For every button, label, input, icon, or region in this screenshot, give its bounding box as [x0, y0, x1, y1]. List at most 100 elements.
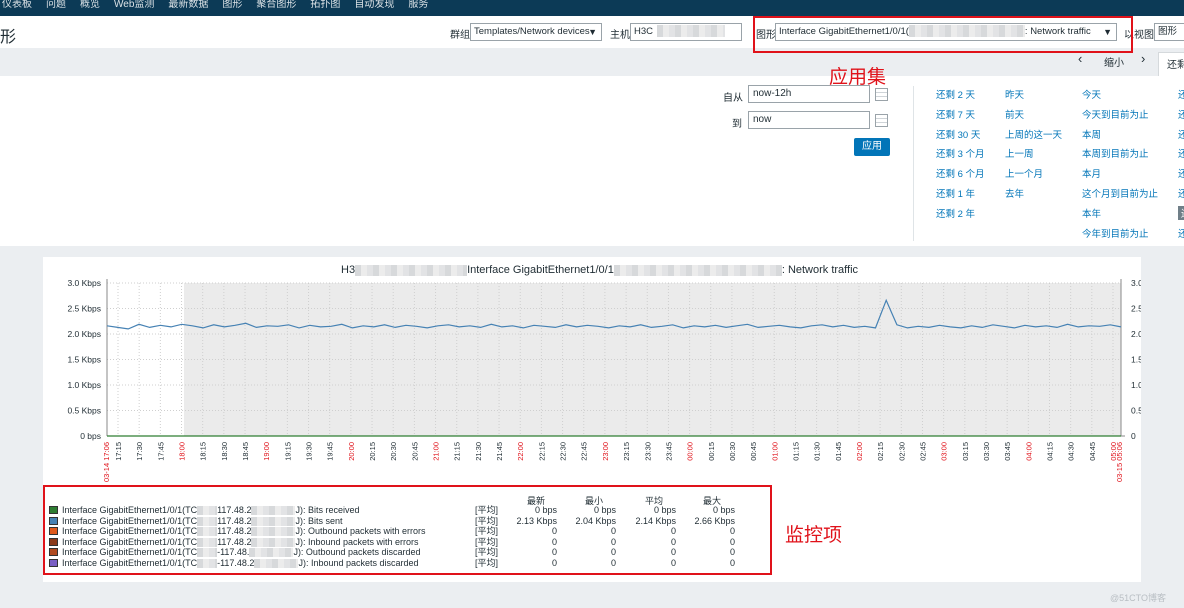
nav-item[interactable]: Web监测: [114, 0, 154, 9]
x-tick-label: 04:30: [1067, 442, 1076, 461]
x-tick-label: 04:00: [1024, 442, 1033, 461]
zoom-out-button[interactable]: 缩小: [1104, 54, 1124, 69]
nav-item[interactable]: 聚合图形: [256, 0, 296, 9]
time-filter-panel: 自从 now-12h 到 now 应用 还剩 2 天还剩 7 天还剩 30 天还…: [0, 76, 1184, 246]
x-tick-label: 18:30: [220, 442, 229, 461]
annotation-box-legend: [43, 485, 772, 575]
quick-range-link[interactable]: 今天: [1082, 87, 1101, 101]
quick-range-link[interactable]: 还: [1178, 186, 1184, 200]
x-tick-label: 00:45: [749, 442, 758, 461]
host-field[interactable]: H3C: [630, 23, 742, 41]
to-label: 到: [732, 119, 742, 130]
calendar-icon[interactable]: [875, 88, 888, 101]
chevron-left-icon[interactable]: ‹: [1078, 51, 1082, 66]
y-tick-label-left: 0.5 Kbps: [67, 406, 101, 416]
group-label: 群组: [450, 30, 470, 41]
nav-item[interactable]: 图形: [222, 0, 242, 9]
quick-range-link[interactable]: 上周的这一天: [1005, 127, 1062, 141]
divider: [913, 86, 914, 241]
nav-item[interactable]: 最新数据: [168, 0, 208, 9]
x-tick-label: 20:00: [347, 442, 356, 461]
quick-range-link[interactable]: 还剩 1 年: [936, 186, 975, 200]
x-tick-label: 19:30: [305, 442, 314, 461]
quick-range-link[interactable]: 还: [1178, 226, 1184, 240]
y-tick-label-right: 0: [1131, 431, 1136, 441]
quick-range-link[interactable]: 昨天: [1005, 87, 1024, 101]
quick-range-link[interactable]: 还剩 7 天: [936, 107, 975, 121]
x-tick-label: 20:30: [389, 442, 398, 461]
quick-range-link[interactable]: 还剩 3 个月: [936, 146, 985, 160]
nav-item[interactable]: 仪表板: [2, 0, 32, 9]
x-tick-label: 04:45: [1088, 442, 1097, 461]
quick-range-link[interactable]: 前天: [1005, 107, 1024, 121]
x-tick-label: 18:15: [199, 442, 208, 461]
x-tick-label: 21:30: [474, 442, 483, 461]
to-input[interactable]: now: [748, 111, 870, 129]
x-tick-label: 01:45: [834, 442, 843, 461]
x-tick-label: 19:00: [262, 442, 271, 461]
y-tick-label-left: 2.5 Kbps: [67, 304, 101, 314]
quick-range-link[interactable]: 本年: [1082, 206, 1101, 220]
x-start-label: 03-14 17:06: [102, 442, 111, 482]
quick-range-link[interactable]: 上一个月: [1005, 166, 1043, 180]
quick-range-link[interactable]: 还剩 6 个月: [936, 166, 985, 180]
x-tick-label: 22:00: [516, 442, 525, 461]
x-tick-label: 03:30: [982, 442, 991, 461]
quick-range-link[interactable]: 本周到目前为止: [1082, 146, 1149, 160]
quick-range-link[interactable]: 还: [1178, 127, 1184, 141]
x-tick-label: 02:15: [876, 442, 885, 461]
chevron-right-icon[interactable]: ›: [1141, 51, 1145, 66]
x-end-label: 03-15 05:06: [1115, 442, 1124, 482]
x-tick-label: 21:15: [453, 442, 462, 461]
traffic-chart: 3.0 Kbps 3.06 2.5 Kbps 2.55 2.0 Kbps 2.04 1.5 …: [67, 278, 1141, 482]
annotation-monitor-items: 监控项: [785, 525, 843, 546]
nav-item[interactable]: 概览: [80, 0, 100, 9]
tab-time-filter[interactable]: 还剩: [1158, 52, 1184, 76]
quick-range-link[interactable]: 还剩 30 天: [936, 127, 980, 141]
x-tick-label: 01:15: [791, 442, 800, 461]
quick-range-link[interactable]: 这个月到目前为止: [1082, 186, 1158, 200]
quick-range-link[interactable]: 还: [1178, 107, 1184, 121]
quick-range-link[interactable]: 还剩 2 年: [936, 206, 975, 220]
y-tick-label-left: 1.0 Kbps: [67, 380, 101, 390]
quick-range-link[interactable]: 还: [1178, 146, 1184, 160]
quick-range-link[interactable]: 上一周: [1005, 146, 1034, 160]
x-tick-label: 00:30: [728, 442, 737, 461]
quick-range-link[interactable]: 还: [1178, 166, 1184, 180]
quick-range-link[interactable]: 本月: [1082, 166, 1101, 180]
y-tick-label-left: 0 bps: [80, 431, 101, 441]
host-label: 主机: [610, 30, 630, 41]
quick-range-link[interactable]: 还: [1178, 87, 1184, 101]
quick-range-link[interactable]: 今天到目前为止: [1082, 107, 1149, 121]
x-tick-label: 22:15: [537, 442, 546, 461]
y-tick-label-right: 1.02: [1131, 380, 1141, 390]
x-tick-label: 02:45: [918, 442, 927, 461]
x-tick-label: 02:30: [897, 442, 906, 461]
x-tick-label: 21:00: [432, 442, 441, 461]
quick-range-link[interactable]: 还剩 2 天: [936, 87, 975, 101]
apply-button[interactable]: 应用: [854, 138, 890, 156]
nav-item[interactable]: 自动发现: [354, 0, 394, 9]
top-nav: 仪表板 问题 概览 Web监测 最新数据 图形 聚合图形 拓扑图 自动发现 服务: [0, 0, 1184, 16]
x-tick-label: 19:15: [283, 442, 292, 461]
page-title: 形: [0, 29, 17, 46]
y-tick-label-right: 2.04: [1131, 329, 1141, 339]
nav-item[interactable]: 拓扑图: [310, 0, 340, 9]
y-tick-label-left: 2.0 Kbps: [67, 329, 101, 339]
x-tick-label: 22:45: [580, 442, 589, 461]
y-tick-label-right: 0.51: [1131, 406, 1141, 416]
watermark: @51CTO博客: [1110, 593, 1166, 603]
view-select[interactable]: 图形: [1154, 23, 1184, 41]
x-tick-label: 00:00: [686, 442, 695, 461]
group-select[interactable]: Templates/Network devices ▼: [470, 23, 602, 41]
quick-range-link[interactable]: 去年: [1005, 186, 1024, 200]
x-tick-label: 23:00: [601, 442, 610, 461]
nav-item[interactable]: 服务: [408, 0, 428, 9]
x-tick-label: 19:45: [326, 442, 335, 461]
quick-range-link[interactable]: 还: [1178, 205, 1184, 220]
chevron-down-icon: ▼: [588, 27, 597, 37]
calendar-icon[interactable]: [875, 114, 888, 127]
quick-range-link[interactable]: 本周: [1082, 127, 1101, 141]
nav-item[interactable]: 问题: [46, 0, 66, 9]
quick-range-link[interactable]: 今年到目前为止: [1082, 226, 1149, 240]
